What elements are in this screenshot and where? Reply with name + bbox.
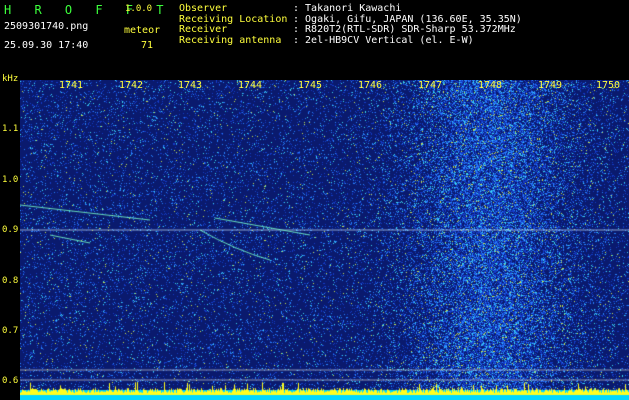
y-tick-label: 0.9 — [2, 225, 19, 235]
x-tick-label: 1747 — [418, 80, 443, 91]
meteor-count: 71 — [140, 40, 153, 51]
x-tick-label: 1744 — [238, 80, 263, 91]
receiver-value: : R820T2(RTL-SDR) SDR-Sharp 53.372MHz — [293, 24, 516, 36]
x-tick-label: 1749 — [538, 80, 563, 91]
file-name: 2509301740.png — [4, 21, 89, 32]
x-tick-label: 1746 — [358, 80, 383, 91]
y-tick-label: 1.1 — [2, 124, 19, 134]
antenna-value: : 2el-HB9CV Vertical (el. E-W) — [293, 35, 474, 47]
spectrogram-canvas — [20, 80, 629, 400]
app-version: 1.0.0 — [125, 4, 153, 14]
antenna-label: Receiving antenna — [179, 35, 282, 47]
x-tick-label: 1748 — [478, 80, 503, 91]
x-tick-label: 1743 — [178, 80, 203, 91]
capture-datetime: 25.09.30 17:40 — [4, 40, 89, 51]
x-tick-label: 1745 — [298, 80, 323, 91]
x-tick-label: 1750 — [596, 80, 621, 91]
station-info: Observer: Takanori Kawachi Receiving Loc… — [179, 3, 522, 47]
y-tick-label: 1.0 — [2, 175, 19, 185]
y-axis-unit: kHz — [2, 74, 19, 84]
meteor-label: meteor — [124, 25, 161, 36]
observer-value: : Takanori Kawachi — [293, 3, 402, 14]
y-tick-label: 0.7 — [2, 326, 19, 336]
y-tick-label: 0.6 — [2, 376, 19, 386]
x-tick-label: 1741 — [59, 80, 84, 91]
header-panel: H R O F F T 1.0.0 2509301740.png meteor … — [0, 0, 629, 75]
antenna-row: Receiving antenna : 2el-HB9CV Vertical (e… — [179, 35, 522, 47]
location-value: : Ogaki, Gifu, JAPAN (136.60E, 35.35N) — [293, 13, 522, 25]
x-tick-label: 1742 — [119, 80, 144, 91]
y-tick-label: 0.8 — [2, 276, 19, 286]
